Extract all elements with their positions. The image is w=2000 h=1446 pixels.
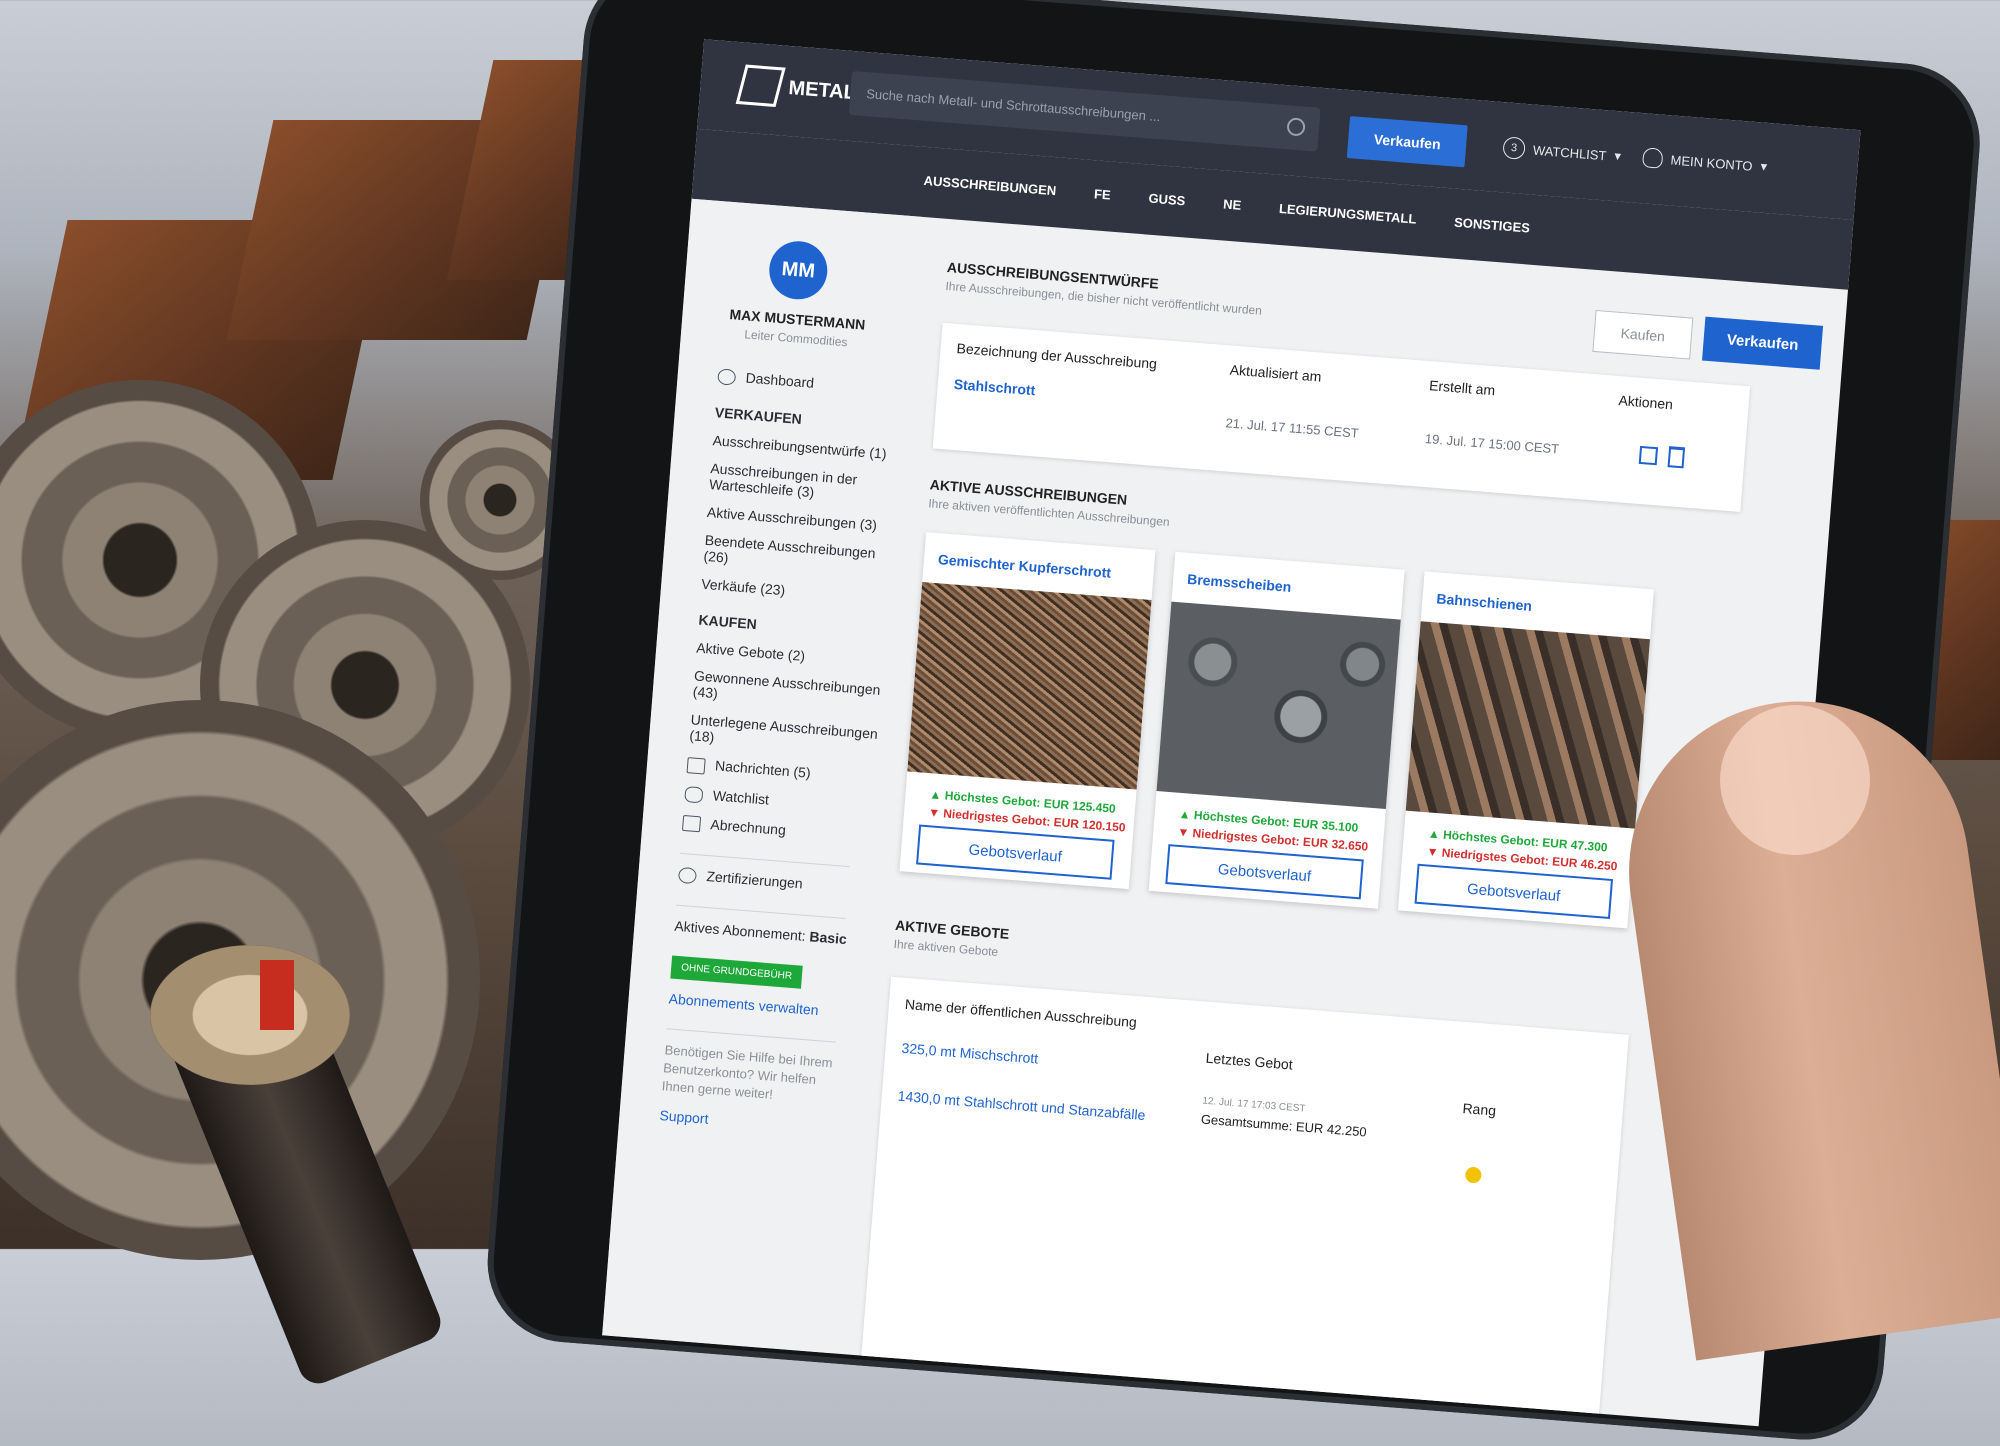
star-icon bbox=[684, 785, 704, 804]
certificate-icon bbox=[677, 867, 698, 885]
thumb-nail bbox=[1720, 705, 1870, 855]
sidebar-item-certifications[interactable]: Zertifizierungen bbox=[677, 866, 869, 898]
message-icon bbox=[686, 756, 706, 775]
bid-row-link[interactable]: 325,0 mt Mischschrott bbox=[901, 1040, 1039, 1067]
tender-title[interactable]: Bremsscheiben bbox=[1187, 571, 1292, 595]
draft-name-link[interactable]: Stahlschrott bbox=[953, 376, 1036, 398]
sell-heading: VERKAUFEN bbox=[714, 404, 803, 428]
column-header: Bezeichnung der Ausschreibung bbox=[956, 339, 1158, 372]
sidebar-item-billing[interactable]: Abrechnung bbox=[681, 814, 873, 846]
column-header: Erstellt am bbox=[1428, 377, 1496, 399]
bid-history-button[interactable]: Gebotsverlauf bbox=[1414, 863, 1614, 919]
tender-title[interactable]: Bahnschienen bbox=[1436, 590, 1533, 613]
tender-image bbox=[1156, 601, 1401, 810]
buy-button[interactable]: Kaufen bbox=[1592, 309, 1694, 360]
sidebar-item-won[interactable]: Gewonnene Ausschreibungen (43) bbox=[692, 668, 884, 715]
bid-row-link[interactable]: 1430,0 mt Stahlschrott und Stanzabfälle bbox=[897, 1088, 1146, 1123]
column-header: Aktualisiert am bbox=[1229, 361, 1323, 385]
sidebar-item-ended[interactable]: Beendete Ausschreibungen (26) bbox=[703, 532, 895, 579]
chevron-down-icon: ▾ bbox=[1759, 158, 1768, 174]
sidebar-item-drafts[interactable]: Ausschreibungsentwürfe (1) bbox=[712, 432, 903, 463]
tender-image bbox=[1405, 621, 1650, 829]
account-label: MEIN KONTO bbox=[1670, 151, 1754, 174]
sidebar-item-active-bids[interactable]: Aktive Gebote (2) bbox=[696, 640, 887, 671]
sidebar-item-messages[interactable]: Nachrichten (5) bbox=[686, 755, 878, 787]
buy-heading: KAUFEN bbox=[697, 611, 758, 633]
avatar[interactable]: MM bbox=[767, 239, 830, 302]
tender-image bbox=[907, 581, 1152, 790]
subscription-badge: OHNE GRUNDGEBÜHR bbox=[670, 955, 803, 990]
divider bbox=[676, 905, 846, 920]
user-icon bbox=[1641, 147, 1664, 169]
nav-item-alloy[interactable]: LEGIERUNGSMETALL bbox=[1278, 201, 1416, 227]
watchlist-label: WATCHLIST bbox=[1532, 142, 1608, 163]
column-header: Name der öffentlichen Ausschreibung bbox=[904, 995, 1138, 1031]
rank-indicator bbox=[1464, 1166, 1482, 1184]
sell-button[interactable]: Verkaufen bbox=[1346, 116, 1468, 168]
tender-card[interactable]: Gemischter Kupferschrott ▲ Höchstes Gebo… bbox=[899, 532, 1156, 890]
sidebar-item-lost[interactable]: Unterlegene Ausschreibungen (18) bbox=[689, 712, 881, 759]
active-bids-table: Name der öffentlichen Ausschreibung Letz… bbox=[859, 976, 1629, 1427]
edit-icon[interactable] bbox=[1638, 445, 1659, 466]
search-icon[interactable] bbox=[1286, 117, 1306, 137]
tender-card[interactable]: Bahnschienen ▲ Höchstes Gebot: EUR 47.30… bbox=[1397, 571, 1654, 929]
nav-item-ne[interactable]: NE bbox=[1223, 196, 1242, 212]
help-text: Benötigen Sie Hilfe bei Ihrem Benutzerko… bbox=[661, 1042, 834, 1103]
divider bbox=[680, 853, 850, 868]
sidebar-item-queued[interactable]: Ausschreibungen in der Warteschleife (3) bbox=[709, 460, 901, 507]
column-header: Letztes Gebot bbox=[1205, 1049, 1294, 1073]
manage-subscriptions-link[interactable]: Abonnements verwalten bbox=[668, 991, 859, 1022]
app-screen: METAL XCHANGE Suche nach Metall- und Sch… bbox=[602, 39, 1861, 1427]
invoice-icon bbox=[681, 815, 702, 833]
nav-item-tenders[interactable]: AUSSCHREIBUNGEN bbox=[923, 173, 1057, 198]
account-menu[interactable]: MEIN KONTO ▾ bbox=[1641, 147, 1768, 177]
sidebar-item-watchlist[interactable]: Watchlist bbox=[684, 785, 875, 817]
draft-updated: 21. Jul. 17 11:55 CEST bbox=[1225, 415, 1360, 441]
trash-icon[interactable] bbox=[1667, 446, 1686, 469]
nav-item-other[interactable]: SONSTIGES bbox=[1454, 215, 1531, 236]
nav-item-guss[interactable]: GUSS bbox=[1148, 191, 1186, 209]
logo-icon bbox=[735, 64, 786, 108]
bid-history-button[interactable]: Gebotsverlauf bbox=[1165, 844, 1364, 900]
sidebar-item-dashboard[interactable]: Dashboard bbox=[717, 367, 908, 399]
column-header: Rang bbox=[1461, 1100, 1497, 1119]
watchlist-menu[interactable]: 3 WATCHLIST ▾ bbox=[1502, 136, 1622, 167]
bid-history-button[interactable]: Gebotsverlauf bbox=[916, 824, 1115, 880]
draft-created: 19. Jul. 17 15:00 CEST bbox=[1424, 431, 1560, 457]
search-input[interactable]: Suche nach Metall- und Schrottausschreib… bbox=[848, 70, 1321, 152]
column-header: Aktionen bbox=[1618, 392, 1674, 413]
search-placeholder: Suche nach Metall- und Schrottausschreib… bbox=[865, 86, 1161, 125]
sidebar-item-sales[interactable]: Verkäufe (23) bbox=[701, 576, 892, 607]
active-bids-subtitle: Ihre aktiven Gebote bbox=[893, 936, 999, 960]
bid-total: Gesamtsumme: EUR 42.250 bbox=[1200, 1111, 1368, 1140]
sell-draft-button[interactable]: Verkaufen bbox=[1702, 316, 1824, 370]
tender-card[interactable]: Bremsscheiben ▲ Höchstes Gebot: EUR 35.1… bbox=[1148, 551, 1405, 909]
nav-item-fe[interactable]: FE bbox=[1094, 186, 1112, 202]
divider bbox=[666, 1028, 836, 1044]
tender-title[interactable]: Gemischter Kupferschrott bbox=[937, 551, 1111, 581]
sidebar-item-active[interactable]: Aktive Ausschreibungen (3) bbox=[706, 504, 897, 535]
watchlist-count-badge: 3 bbox=[1502, 136, 1526, 160]
subscription-info: Aktives Abonnement: Basic bbox=[673, 918, 848, 948]
support-link[interactable]: Support bbox=[659, 1108, 850, 1139]
chevron-down-icon: ▾ bbox=[1613, 148, 1622, 164]
dashboard-icon bbox=[717, 368, 737, 386]
